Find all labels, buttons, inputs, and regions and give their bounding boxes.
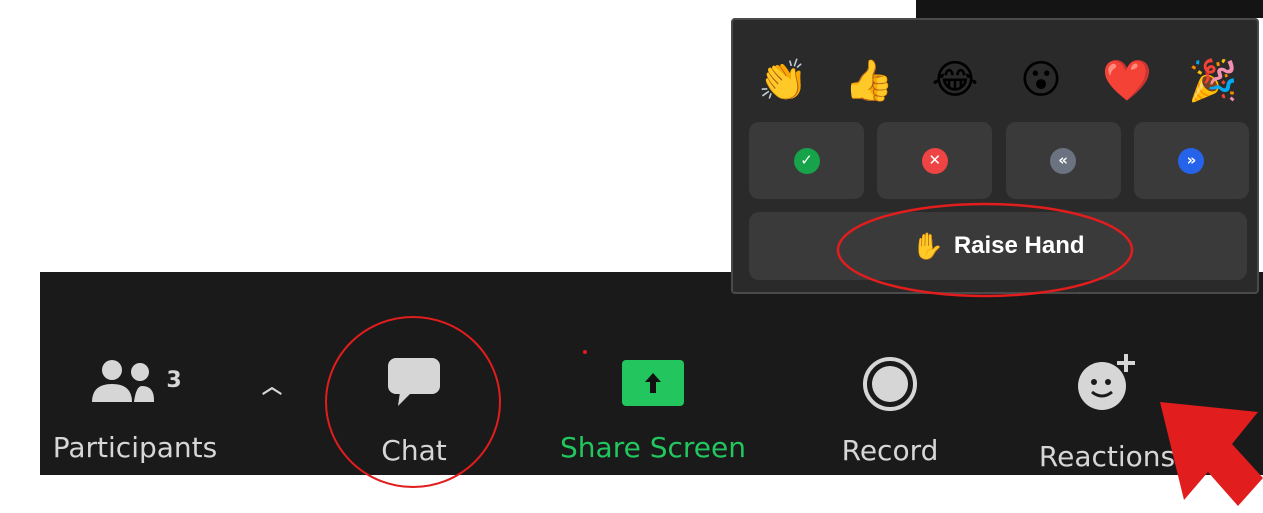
raise-hand-button[interactable]: ✋ Raise Hand [749, 212, 1247, 280]
yes-button[interactable]: ✓ [749, 122, 864, 199]
chat-label: Chat [381, 434, 447, 467]
chat-button[interactable]: Chat [364, 356, 464, 466]
party-popper-emoji-icon[interactable]: 🎉 [1183, 50, 1243, 110]
participants-icon [88, 356, 158, 417]
share-screen-label: Share Screen [560, 431, 746, 464]
heart-emoji-icon[interactable]: ❤️ [1097, 50, 1157, 110]
reactions-button[interactable]: Reactions [1032, 352, 1182, 471]
speed-up-button[interactable]: » [1133, 122, 1249, 199]
reactions-popup: 👏 👍 😂 😮 ❤️ 🎉 ✓ ✕ « » ✋ Raise Hand [731, 18, 1259, 294]
share-screen-button[interactable]: Share Screen [548, 356, 758, 466]
x-icon: ✕ [921, 147, 948, 174]
check-icon: ✓ [793, 147, 820, 174]
participants-options-caret-icon[interactable]: ︿ [258, 370, 286, 398]
slow-down-button[interactable]: « [1005, 122, 1121, 199]
raise-hand-label: Raise Hand [953, 232, 1085, 259]
no-button[interactable]: ✕ [877, 122, 993, 199]
tears-of-joy-emoji-icon[interactable]: 😂 [925, 50, 985, 110]
clap-emoji-icon[interactable]: 👏 [753, 50, 813, 110]
reactions-label: Reactions [1038, 440, 1176, 473]
participants-button[interactable]: 3 Participants [40, 356, 230, 466]
background-window-strip [916, 0, 1263, 18]
raised-hand-icon: ✋ [911, 230, 944, 261]
record-label: Record [841, 434, 939, 467]
smiley-plus-icon [1074, 352, 1140, 417]
participants-count: 3 [166, 368, 182, 393]
fast-forward-icon: » [1178, 147, 1205, 174]
chat-bubble-icon [386, 356, 442, 413]
share-screen-icon [622, 360, 684, 406]
surprised-emoji-icon[interactable]: 😮 [1011, 50, 1071, 110]
thumbs-up-emoji-icon[interactable]: 👍 [839, 50, 899, 110]
participants-label: Participants [52, 431, 218, 464]
nonverbal-feedback-row: ✓ ✕ « » [749, 122, 1249, 200]
emoji-reactions-row: 👏 👍 😂 😮 ❤️ 🎉 [753, 50, 1243, 110]
rewind-icon: « [1050, 147, 1077, 174]
red-dot [583, 350, 587, 354]
record-icon [862, 356, 918, 417]
record-button[interactable]: Record [830, 356, 950, 466]
